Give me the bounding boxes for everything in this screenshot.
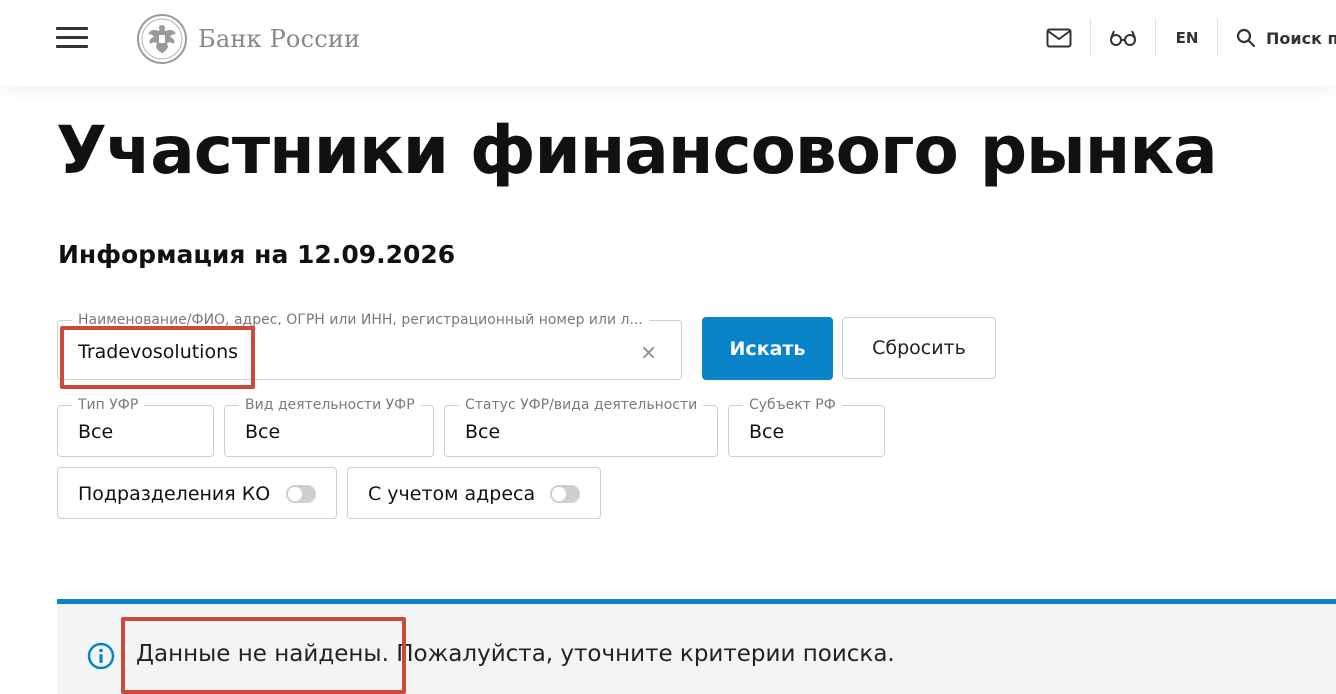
filter-value: Все (245, 421, 281, 443)
filter-value: Все (749, 421, 785, 443)
filter-label: Субъект РФ (743, 397, 842, 413)
logo-text: Банк России (198, 25, 361, 53)
header-divider (1090, 18, 1091, 56)
header-search-button[interactable]: Поиск по (1236, 24, 1336, 52)
filter-ufr-type[interactable]: Тип УФР Все (57, 397, 214, 457)
filter-value: Все (78, 421, 114, 443)
toggle-switch[interactable] (550, 485, 580, 503)
header-divider (1217, 18, 1218, 56)
logo[interactable]: Банк России (136, 13, 360, 65)
toggle-ko-branches[interactable]: Подразделения КО (57, 467, 337, 519)
search-input-label: Наименование/ФИО, адрес, ОГРН или ИНН, р… (72, 312, 649, 328)
search-icon (1236, 28, 1256, 48)
toggle-switch[interactable] (286, 485, 316, 503)
emblem-icon (137, 14, 187, 64)
search-input[interactable]: Наименование/ФИО, адрес, ОГРН или ИНН, р… (57, 312, 682, 380)
filter-region[interactable]: Субъект РФ Все (728, 397, 885, 457)
alert-text: Данные не найдены. Пожалуйста, уточните … (136, 641, 895, 667)
site-header: Банк России EN Поиск по (0, 0, 1336, 86)
info-date: Информация на 12.09.2026 (58, 240, 456, 269)
info-icon (87, 642, 115, 670)
mail-icon[interactable] (1044, 24, 1074, 52)
reset-button[interactable]: Сбросить (842, 317, 996, 379)
menu-icon[interactable] (56, 25, 88, 49)
page-title: Участники финансового рынка (56, 112, 1218, 189)
search-input-value[interactable]: Tradevosolutions (78, 341, 238, 363)
search-button[interactable]: Искать (702, 317, 833, 380)
filter-value: Все (465, 421, 501, 443)
no-results-alert: Данные не найдены. Пожалуйста, уточните … (57, 599, 1336, 694)
filter-label: Тип УФР (72, 397, 145, 413)
filter-activity-type[interactable]: Вид деятельности УФР Все (224, 397, 434, 457)
toggle-label: С учетом адреса (368, 483, 536, 505)
clear-icon[interactable]: × (640, 340, 657, 364)
toggle-with-address[interactable]: С учетом адреса (347, 467, 601, 519)
toggle-label: Подразделения КО (78, 483, 271, 505)
glasses-icon[interactable] (1108, 24, 1138, 52)
header-search-label: Поиск по (1266, 28, 1336, 48)
filter-label: Статус УФР/вида деятельности (459, 397, 704, 413)
filter-status[interactable]: Статус УФР/вида деятельности Все (444, 397, 718, 457)
filter-label: Вид деятельности УФР (239, 397, 421, 413)
language-switch[interactable]: EN (1172, 24, 1202, 52)
header-divider (1155, 18, 1156, 56)
